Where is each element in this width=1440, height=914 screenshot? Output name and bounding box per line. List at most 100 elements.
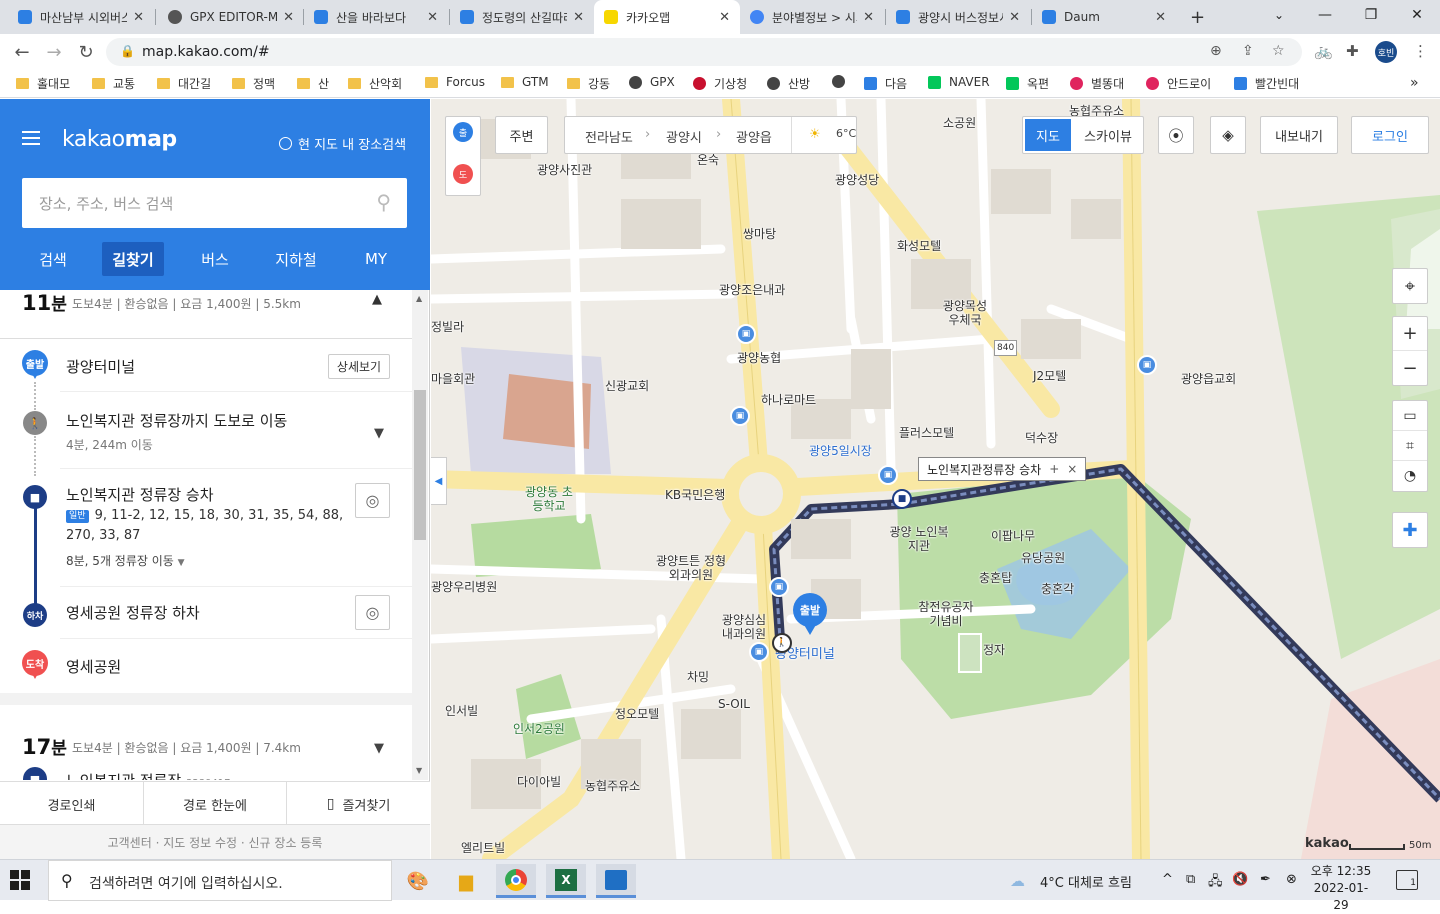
close-tab-icon[interactable]: ✕ <box>1009 10 1020 25</box>
start-place[interactable]: 광양터미널 <box>66 356 135 377</box>
photos-app-icon[interactable] <box>596 864 636 898</box>
map-label[interactable]: 하나로마트 <box>761 393 816 407</box>
bookmark-folder[interactable]: 대간길 <box>157 75 211 92</box>
volume-muted-icon[interactable]: 🔇 <box>1232 872 1248 887</box>
bus-stop-icon[interactable]: ▣ <box>730 406 750 426</box>
export-button[interactable]: 내보내기 <box>1260 116 1338 154</box>
zoom-icon[interactable]: ⊕ <box>1210 43 1222 59</box>
tab-bus-info[interactable]: 분야별정보 > 시외✕ <box>740 0 884 34</box>
stop-view-button[interactable]: ◎ <box>355 483 390 518</box>
bus-stop-icon[interactable]: ▣ <box>749 642 769 662</box>
map-label[interactable]: 화성모텔 <box>897 239 941 253</box>
tab-mountain-view[interactable]: 산을 바라보다 ✕ <box>304 0 448 34</box>
bookmark-site[interactable]: 옥편 <box>1006 75 1049 92</box>
bookmark-folder[interactable]: Forcus <box>425 75 485 89</box>
tab-masan[interactable]: 마산남부 시외버스터미널✕ <box>8 0 154 34</box>
kakaomap-logo[interactable]: kakaomap <box>62 127 177 152</box>
map-label[interactable]: 소공원 <box>943 116 976 130</box>
map-label[interactable]: 정자 <box>983 643 1005 657</box>
bus-stop-icon[interactable]: ▣ <box>1137 355 1157 375</box>
address-bar[interactable]: 🔒 map.kakao.com/# ⊕ ⇪ ☆ <box>106 38 1302 66</box>
panel-links[interactable]: 고객센터 · 지도 정보 수정 · 신규 장소 등록 <box>0 825 430 859</box>
walk-start-icon[interactable]: 🚶 <box>772 633 792 653</box>
taskbar-search-input[interactable]: ⚲ 검색하려면 여기에 입력하십시오. <box>48 860 392 901</box>
route-board-stop-icon[interactable]: ■ <box>892 489 912 509</box>
bookmark-folder[interactable]: GTM <box>501 75 549 89</box>
taskbar-clock[interactable]: 오후 12:35 2022-01-29 <box>1310 863 1372 914</box>
share-icon[interactable]: ⇪ <box>1242 43 1254 59</box>
windows-start-icon[interactable] <box>10 870 30 890</box>
ime-icon[interactable]: ⊗ <box>1286 872 1297 887</box>
map-start-marker[interactable]: 출발 <box>793 593 827 627</box>
map-label[interactable]: 광양사진관 <box>537 163 592 177</box>
scroll-thumb[interactable] <box>414 390 426 540</box>
map-label[interactable]: 정오모텔 <box>615 707 659 721</box>
board-stop-tooltip[interactable]: 노인복지관정류장 승차 + × <box>918 457 1087 481</box>
board-step[interactable]: 노인복지관 정류장 승차 <box>66 484 214 505</box>
search-icon[interactable]: ⚲ <box>376 190 391 214</box>
cycling-extension-icon[interactable]: 🚲 <box>1314 42 1333 60</box>
destination-pin-icon[interactable]: 도 <box>453 164 473 184</box>
map-label[interactable]: 참전유공자 기념비 <box>917 600 975 628</box>
login-button[interactable]: 로그인 <box>1351 116 1429 154</box>
map-label[interactable]: 충혼각 <box>1041 582 1074 596</box>
tab-kakaomap[interactable]: 카카오맵 ✕ <box>594 0 740 34</box>
forward-icon[interactable]: → <box>42 40 66 64</box>
ride-info[interactable]: 8분, 5개 정류장 이동 ▼ <box>66 552 185 569</box>
layers-icon[interactable]: ◈ <box>1210 116 1246 154</box>
map-label[interactable]: 광양읍교회 <box>1181 372 1236 386</box>
close-tab-icon[interactable]: ✕ <box>573 10 584 25</box>
map-label[interactable]: 플러스모텔 <box>899 426 954 440</box>
end-place[interactable]: 영세공원 <box>66 656 121 677</box>
tab-daum[interactable]: Daum ✕ <box>1032 0 1176 34</box>
close-window-button[interactable]: ✕ <box>1394 0 1440 30</box>
network-icon[interactable]: 🖧 <box>1208 872 1223 894</box>
crosshair-icon[interactable]: ⌖ <box>1393 269 1427 303</box>
tray-app-icon[interactable]: ⧉ <box>1186 872 1195 887</box>
tab-my[interactable]: MY <box>350 242 402 276</box>
map-label[interactable]: 광양우리병원 <box>431 580 497 594</box>
map-label[interactable]: 덕수장 <box>1025 431 1058 445</box>
bookmark-site[interactable]: 별똥대 <box>1070 75 1124 92</box>
bookmark-site[interactable] <box>832 75 853 88</box>
extensions-puzzle-icon[interactable]: ✚ <box>1346 42 1359 60</box>
bus-stop-icon[interactable]: ▣ <box>736 324 756 344</box>
expand-walk-icon[interactable]: ▼ <box>374 426 384 441</box>
route-overview-button[interactable]: 경로 한눈에 <box>144 782 287 826</box>
paint-app-icon[interactable]: 🎨 <box>398 864 438 898</box>
close-icon[interactable]: × <box>1067 462 1077 476</box>
map-label[interactable]: 엘리트빌 <box>461 841 505 855</box>
bookmark-folder[interactable]: 산악회 <box>348 75 402 92</box>
bookmark-site[interactable]: 기상청 <box>693 75 747 92</box>
map-label[interactable]: 광양심심 내과의원 <box>715 613 773 641</box>
current-area-search-toggle[interactable]: 현 지도 내 장소검색 <box>279 134 406 153</box>
zoom-in-icon[interactable]: + <box>1393 317 1427 351</box>
map-label[interactable]: 인서2공원 <box>513 722 565 736</box>
bookmark-star-icon[interactable]: ☆ <box>1272 43 1285 59</box>
close-tab-icon[interactable]: ✕ <box>863 10 874 25</box>
bookmark-folder[interactable]: 강동 <box>567 75 610 92</box>
map-label[interactable]: 정빌라 <box>431 320 464 334</box>
panel-scrollbar[interactable]: ▲ ▼ <box>412 290 428 780</box>
zoom-out-icon[interactable]: − <box>1393 351 1427 385</box>
tab-jeongdoryeong[interactable]: 정도령의 산길따라 ✕ <box>450 0 594 34</box>
ruler-icon[interactable]: ▭ <box>1393 401 1427 431</box>
area-measure-icon[interactable]: ⌗ <box>1393 431 1427 461</box>
breadcrumb-province[interactable]: 전라남도 <box>585 127 633 146</box>
breadcrumb-city[interactable]: 광양시 <box>666 127 702 146</box>
map-label[interactable]: 광양 노인복지관 <box>887 525 951 553</box>
reload-icon[interactable]: ↻ <box>74 40 98 64</box>
file-explorer-icon[interactable]: ▆ <box>446 864 486 898</box>
print-route-button[interactable]: 경로인쇄 <box>0 782 144 826</box>
bookmark-folder[interactable]: 산 <box>297 75 329 92</box>
map-label[interactable]: 마을회관 <box>431 372 475 386</box>
chrome-app-icon[interactable] <box>496 864 536 898</box>
tab-subway[interactable]: 지하철 <box>262 242 330 276</box>
skyview-button[interactable]: 스카이뷰 <box>1075 119 1141 151</box>
bookmark-folder[interactable]: 교통 <box>92 75 135 92</box>
map-label[interactable]: S-OIL <box>718 697 750 711</box>
add-icon[interactable]: + <box>1049 462 1059 476</box>
tab-directions[interactable]: 길찾기 <box>102 242 164 276</box>
map-label[interactable]: 다이아빌 <box>517 775 561 789</box>
tab-search[interactable]: 검색 <box>22 242 84 276</box>
